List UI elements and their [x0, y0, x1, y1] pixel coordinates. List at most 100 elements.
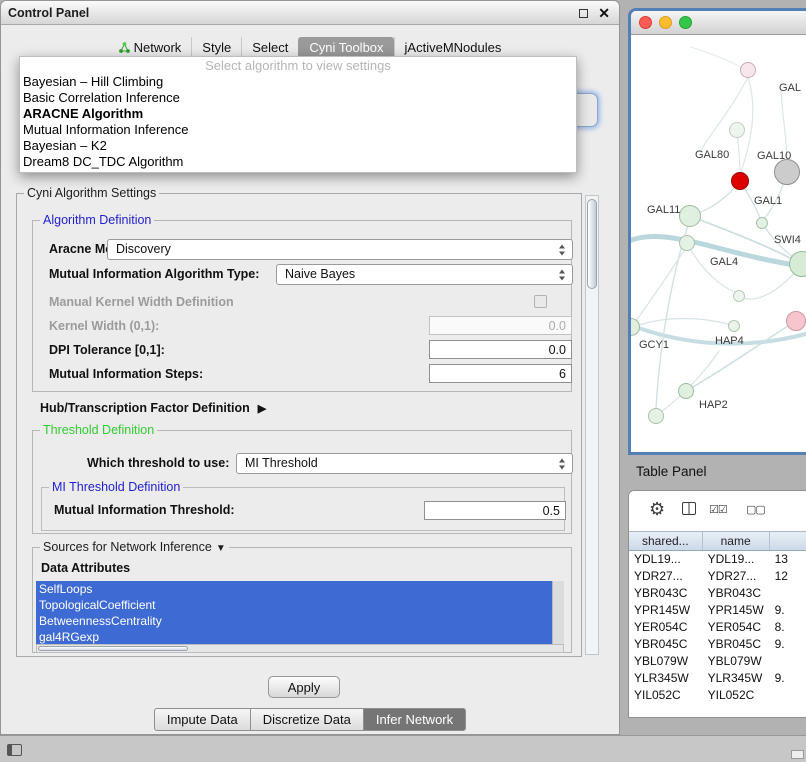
column-header[interactable]	[770, 532, 806, 550]
node-label: GAL	[779, 82, 801, 94]
attribute-item[interactable]: SelfLoops	[36, 581, 552, 597]
columns-icon[interactable]	[682, 502, 696, 515]
table-row[interactable]: YDL19...YDL19...13	[629, 551, 806, 568]
network-node[interactable]	[678, 383, 694, 399]
network-canvas[interactable]: GALGAL80GAL10GAL11GAL1SWI4GAL4GCY1HAP4HA…	[631, 35, 806, 452]
table-cell: YER054C	[629, 619, 703, 636]
zoom-traffic-light[interactable]	[679, 16, 692, 29]
table-cell: YDL19...	[629, 551, 703, 568]
mi-threshold-label: Mutual Information Threshold:	[54, 503, 235, 517]
select-all-checkboxes-icon[interactable]: ☑☑	[709, 503, 727, 516]
table-row[interactable]: YBR045CYBR045C9.	[629, 636, 806, 653]
attribute-item[interactable]: TopologicalCoefficient	[36, 597, 552, 613]
close-icon[interactable]: ✕	[598, 6, 610, 20]
tab-network[interactable]: Network	[109, 37, 192, 58]
tab-label: Style	[202, 40, 231, 55]
mi-algorithm-type-select[interactable]: Naive Bayes	[276, 264, 573, 285]
tab-jactivemnodules[interactable]: jActiveMNodules	[394, 37, 512, 58]
table-row[interactable]: YBR043CYBR043C	[629, 585, 806, 602]
table-row[interactable]: YDR27...YDR27...12	[629, 568, 806, 585]
tab-style[interactable]: Style	[191, 37, 241, 58]
sources-group: Sources for Network Inference▼ Data Attr…	[32, 547, 572, 653]
network-node[interactable]	[728, 320, 740, 332]
algorithm-placeholder: Select algorithm to view settings	[20, 57, 576, 74]
gear-icon[interactable]: ⚙	[649, 499, 665, 520]
table-cell: YER054C	[703, 619, 770, 636]
table-row[interactable]: YPR145WYPR145W9.	[629, 602, 806, 619]
apply-button[interactable]: Apply	[268, 676, 340, 698]
node-label: HAP2	[699, 399, 728, 411]
network-node[interactable]	[756, 217, 768, 229]
hscroll-thumb[interactable]	[38, 646, 188, 651]
control-panel-titlebar[interactable]: Control Panel ✕	[1, 1, 619, 25]
network-view-window: GALGAL80GAL10GAL11GAL1SWI4GAL4GCY1HAP4HA…	[628, 8, 806, 455]
network-node[interactable]	[648, 408, 664, 424]
tab-cyni-toolbox[interactable]: Cyni Toolbox	[298, 37, 393, 58]
column-header[interactable]: name	[703, 532, 770, 550]
attribute-item[interactable]: gal4RGexp	[36, 629, 552, 645]
network-node[interactable]	[733, 290, 745, 302]
table-row[interactable]: YBL079WYBL079W	[629, 653, 806, 670]
network-node[interactable]	[679, 235, 695, 251]
bottom-tab-infer-network[interactable]: Infer Network	[363, 708, 466, 731]
aracne-mode-select[interactable]: Discovery	[107, 239, 573, 260]
attribute-list-hscrollbar[interactable]	[36, 644, 564, 653]
aracne-mode-value: Discovery	[116, 242, 171, 256]
node-label: SWI4	[774, 234, 801, 246]
algorithm-option[interactable]: Bayesian – Hill Climbing	[20, 74, 576, 90]
table-row[interactable]: YER054CYER054C8.	[629, 619, 806, 636]
panel-toggle-icon[interactable]	[7, 744, 22, 756]
network-node[interactable]	[774, 159, 800, 185]
hub-transcription-factor-section[interactable]: Hub/Transcription Factor Definition▶	[40, 401, 266, 415]
settings-group-title: Cyni Algorithm Settings	[24, 186, 159, 200]
manual-kernel-width-label: Manual Kernel Width Definition	[49, 295, 234, 309]
network-window-titlebar[interactable]	[631, 11, 806, 35]
table-cell: 13	[770, 551, 806, 568]
network-node[interactable]	[731, 172, 749, 190]
algorithm-option[interactable]: ARACNE Algorithm	[20, 106, 576, 122]
table-cell	[770, 687, 806, 704]
bottom-tab-discretize-data[interactable]: Discretize Data	[250, 708, 364, 731]
settings-scrollbar[interactable]	[585, 195, 599, 655]
which-threshold-select[interactable]: MI Threshold	[236, 453, 573, 474]
table-row[interactable]: YIL052CYIL052C	[629, 687, 806, 704]
algorithm-option[interactable]: Basic Correlation Inference	[20, 90, 576, 106]
collapse-arrow-icon[interactable]: ▼	[216, 543, 226, 554]
manual-kernel-width-checkbox[interactable]	[534, 295, 547, 308]
attribute-list-scrollbar[interactable]	[552, 581, 564, 646]
network-node[interactable]	[786, 311, 806, 331]
threshold-definition-title: Threshold Definition	[40, 423, 157, 437]
mi-threshold-input[interactable]	[424, 501, 566, 520]
network-node[interactable]	[740, 62, 756, 78]
tab-label: jActiveMNodules	[405, 40, 502, 55]
dpi-tolerance-input[interactable]	[429, 340, 572, 359]
attribute-item[interactable]: BetweennessCentrality	[36, 613, 552, 629]
resize-grip[interactable]	[791, 750, 804, 759]
settings-scrollbar-thumb[interactable]	[587, 199, 597, 289]
node-label: GAL4	[710, 256, 738, 268]
minimize-traffic-light[interactable]	[659, 16, 672, 29]
tab-select[interactable]: Select	[241, 37, 298, 58]
deselect-all-checkboxes-icon[interactable]: ▢▢	[746, 503, 765, 516]
status-bar	[0, 735, 806, 762]
table-cell: YBR045C	[703, 636, 770, 653]
expand-arrow-icon[interactable]: ▶	[258, 403, 266, 415]
network-icon	[119, 42, 130, 53]
table-cell: YBL079W	[703, 653, 770, 670]
algorithm-option[interactable]: Bayesian – K2	[20, 138, 576, 154]
float-window-icon[interactable]	[579, 9, 588, 18]
bottom-tab-impute-data[interactable]: Impute Data	[154, 708, 251, 731]
algorithm-option[interactable]: Dream8 DC_TDC Algorithm	[20, 154, 576, 170]
column-header[interactable]: shared...	[629, 532, 703, 550]
kernel-width-input[interactable]	[429, 316, 572, 335]
threshold-definition-group: Threshold Definition Which threshold to …	[32, 430, 572, 534]
table-row[interactable]: YLR345WYLR345W9.	[629, 670, 806, 687]
desktop: Control Panel ✕ Network Style SelectCyni T…	[0, 0, 806, 762]
algorithm-options: Bayesian – Hill ClimbingBasic Correlatio…	[20, 74, 576, 170]
network-node[interactable]	[729, 122, 745, 138]
kernel-width-label: Kernel Width (0,1):	[49, 319, 159, 333]
algorithm-option[interactable]: Mutual Information Inference	[20, 122, 576, 138]
network-node[interactable]	[679, 205, 701, 227]
close-traffic-light[interactable]	[639, 16, 652, 29]
mi-steps-input[interactable]	[429, 364, 572, 383]
